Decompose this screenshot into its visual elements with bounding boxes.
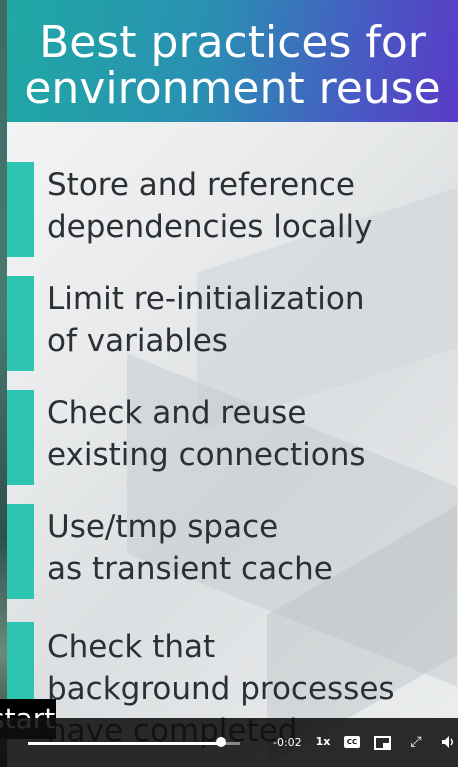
bullet-text-line: of variables <box>47 323 228 359</box>
exit-fullscreen-icon: ⤢ <box>410 734 422 750</box>
bullet-text-line: Check that <box>47 629 216 665</box>
volume-icon <box>442 736 453 748</box>
bullet-accent-bar <box>7 390 34 485</box>
volume-button[interactable] <box>440 732 456 752</box>
bullet-accent-bar <box>7 162 34 257</box>
slide-title-band: Best practices for environment reuse <box>7 0 458 122</box>
picture-in-picture-button[interactable] <box>374 732 392 752</box>
progress-fill <box>28 742 221 745</box>
bullet-text-line: Store and reference <box>47 167 355 203</box>
bullet-text-line: as transient cache <box>47 551 333 587</box>
bullet-text-line: existing connections <box>47 437 366 473</box>
bullet-text-line: dependencies locally <box>47 209 373 245</box>
captions-button[interactable]: CC <box>344 732 362 752</box>
exit-fullscreen-button[interactable]: ⤢ <box>407 732 425 752</box>
bullet-text-line: Limit re-initialization <box>47 281 365 317</box>
bullet-accent-bar <box>7 276 34 371</box>
slide-title-line: Best practices for <box>39 17 426 68</box>
video-control-bar: -0:02 1x CC ⤢ <box>0 718 458 767</box>
bullet-text-line: Check and reuse <box>47 395 307 431</box>
time-remaining: -0:02 <box>273 736 302 749</box>
closed-captions-icon: CC <box>344 736 360 748</box>
playback-speed-button[interactable]: 1x <box>312 732 334 752</box>
bullet-text-line: Use/tmp space <box>47 509 279 545</box>
slide: Best practices for environment reuse Sto… <box>7 0 458 767</box>
background-video-edge <box>0 0 7 767</box>
bullet-accent-bar <box>7 504 34 599</box>
picture-in-picture-icon <box>374 736 391 750</box>
scrub-handle[interactable] <box>215 737 226 747</box>
bullet-text-line: background processes <box>47 671 395 707</box>
slide-title-line: environment reuse <box>24 63 441 114</box>
progress-bar[interactable] <box>28 742 240 745</box>
